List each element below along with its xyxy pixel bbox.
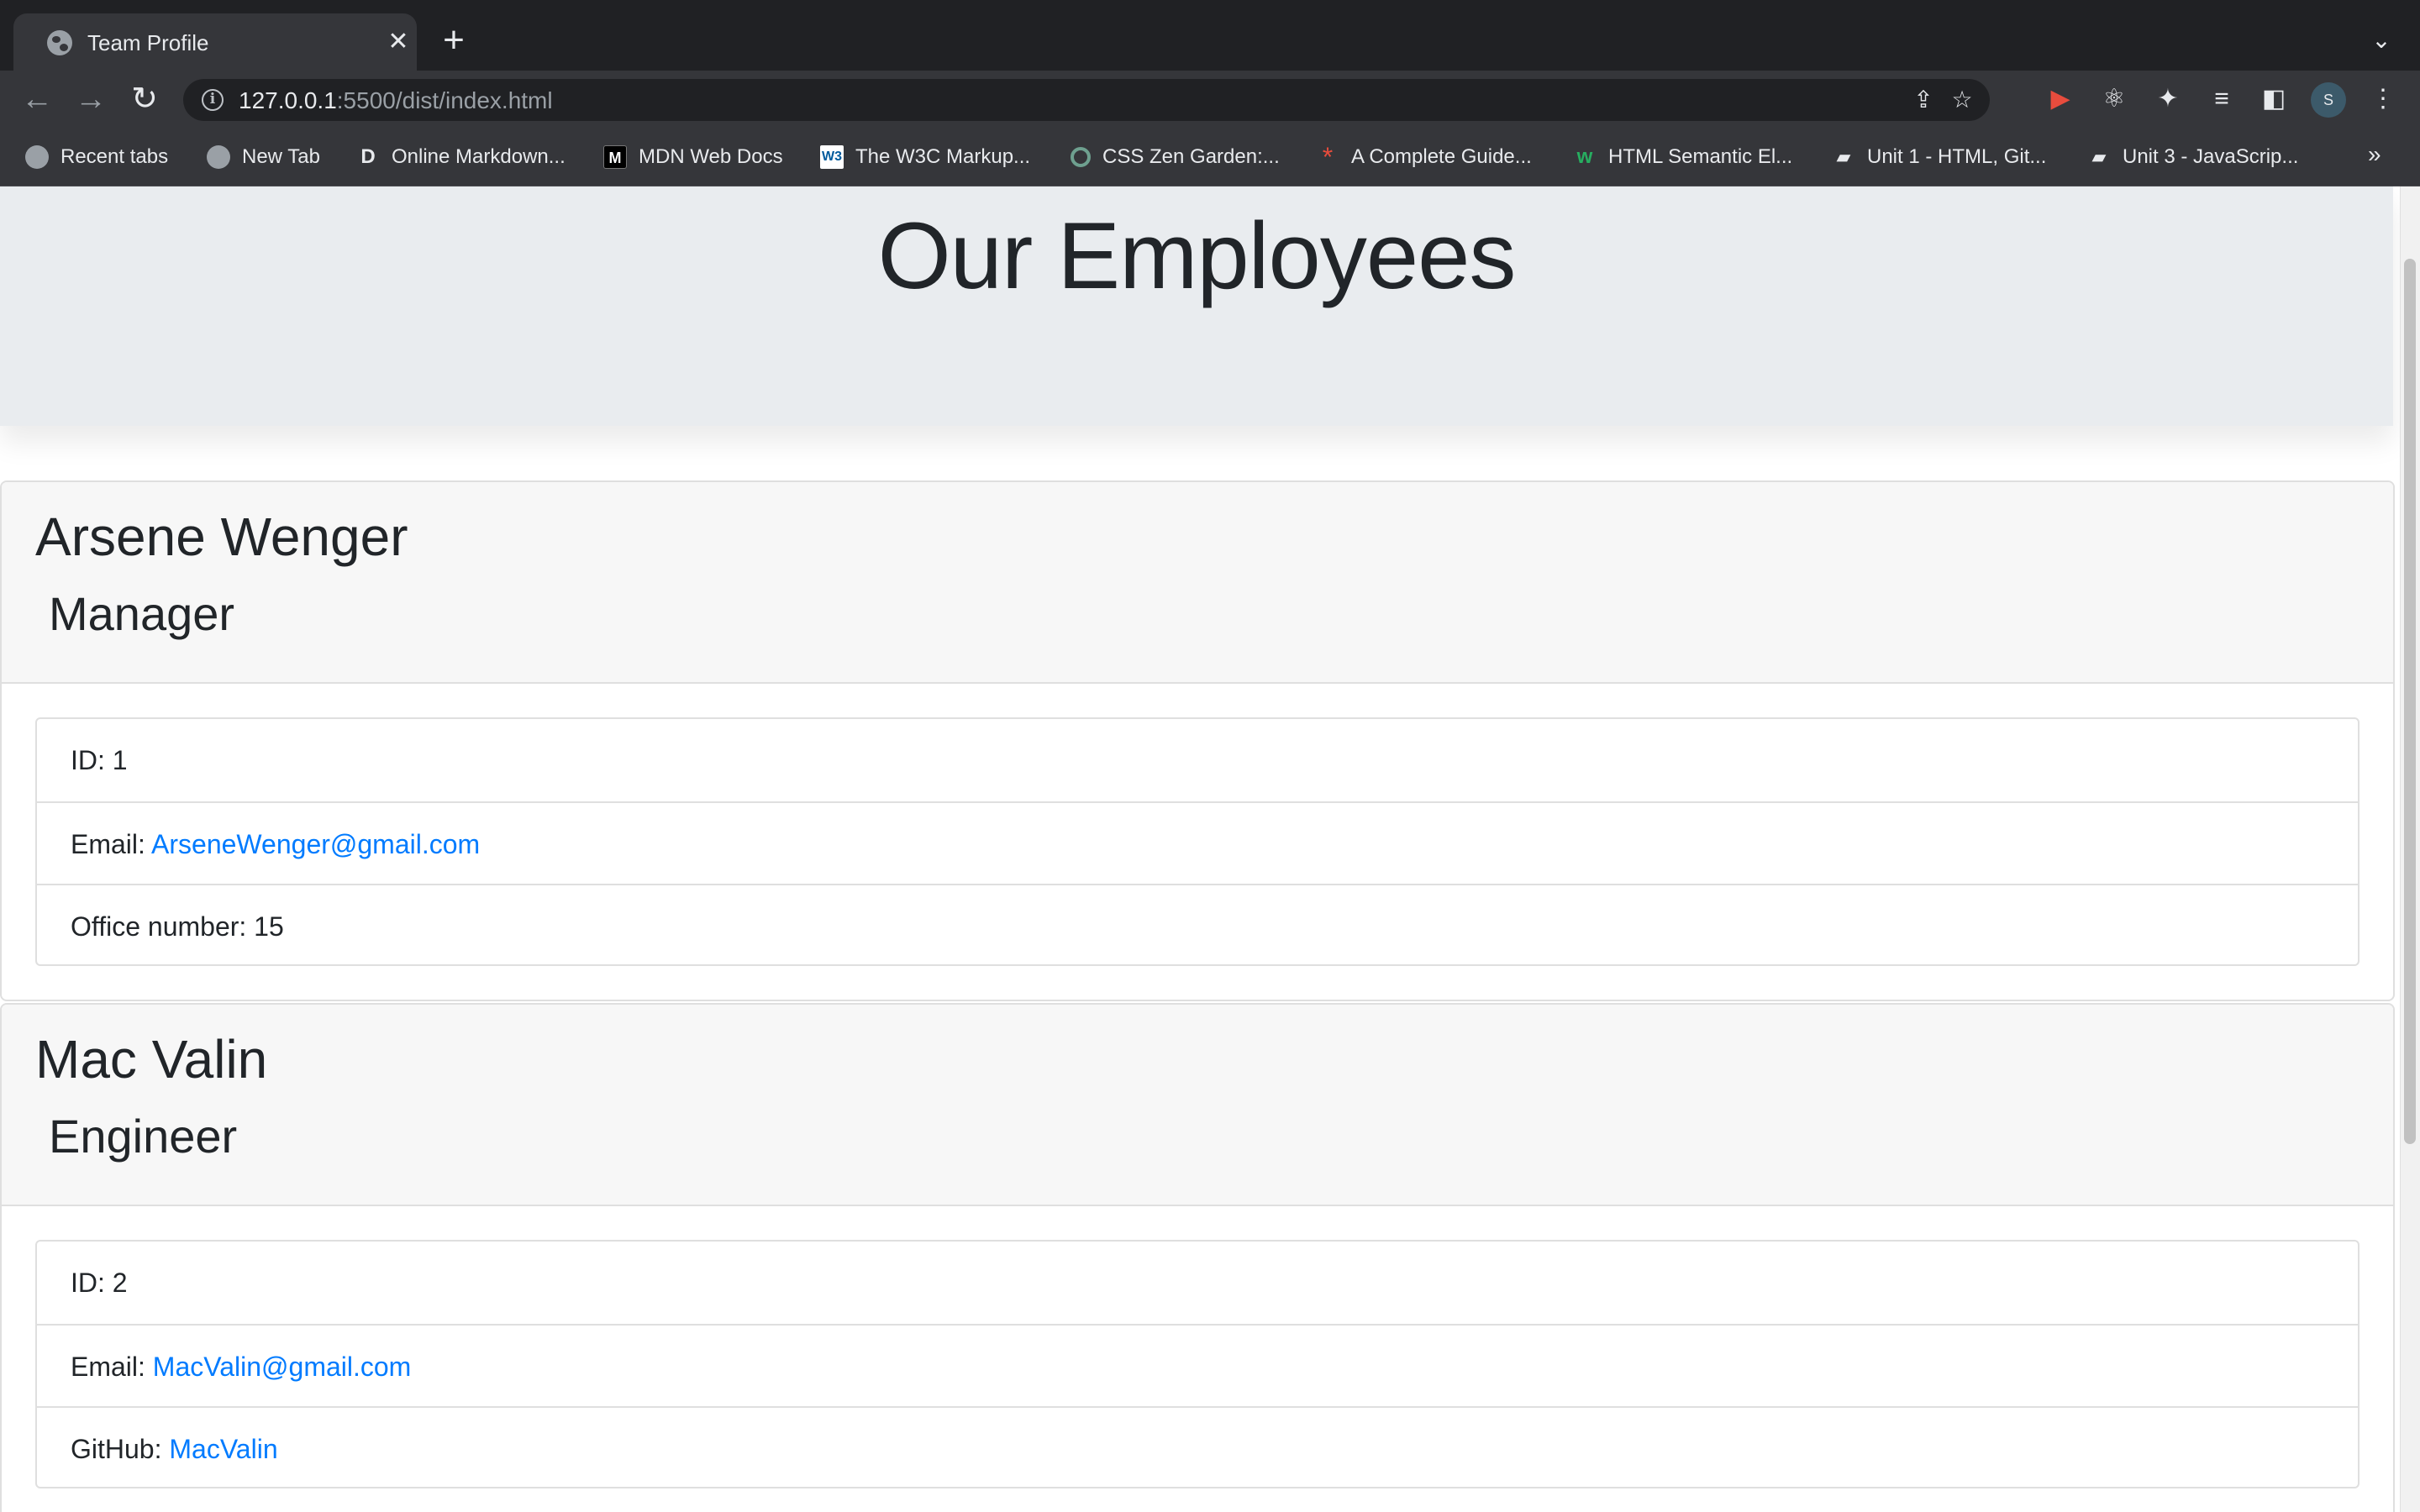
bookmark-label: Unit 3 - JavaScrip... bbox=[2123, 145, 2299, 168]
book-icon: ▰ bbox=[2091, 146, 2107, 167]
reading-list-icon[interactable]: ≡ bbox=[2205, 82, 2238, 116]
page-viewport: Our Employees Arsene Wenger Manager ID: … bbox=[0, 186, 2400, 1512]
bookmarks-bar: Recent tabs New Tab D Online Markdown...… bbox=[0, 128, 2420, 186]
bookmark-html-semantic[interactable]: w HTML Semantic El... bbox=[1573, 143, 1793, 171]
card-header: Arsene Wenger Manager bbox=[2, 482, 2393, 684]
reload-icon[interactable]: ↻ bbox=[126, 81, 163, 118]
employee-role: Manager bbox=[49, 587, 235, 640]
employee-github-row: GitHub: MacValin bbox=[37, 1406, 2358, 1488]
browser-toolbar: ← → ↻ i 127.0.0.1:5500/dist/index.html ⇪… bbox=[0, 71, 2420, 128]
kebab-menu-icon[interactable]: ⋮ bbox=[2366, 82, 2400, 116]
close-icon[interactable]: ✕ bbox=[385, 29, 412, 55]
globe-icon bbox=[47, 30, 72, 55]
side-panel-icon[interactable]: ◧ bbox=[2257, 82, 2291, 116]
employee-card-engineer: Mac Valin Engineer ID: 2 Email: MacValin… bbox=[0, 1003, 2395, 1512]
bookmark-unit-1[interactable]: ▰ Unit 1 - HTML, Git... bbox=[1832, 143, 2047, 171]
page-header: Our Employees bbox=[0, 186, 2393, 426]
employee-email-row: Email: ArseneWenger@gmail.com bbox=[37, 801, 2358, 884]
employee-office-number: Office number: 15 bbox=[37, 884, 2358, 966]
bookmark-recent-tabs[interactable]: Recent tabs bbox=[25, 143, 168, 171]
bookmark-label: Unit 1 - HTML, Git... bbox=[1867, 145, 2047, 168]
chevron-down-icon[interactable]: ⌄ bbox=[2365, 24, 2398, 57]
info-icon[interactable]: i bbox=[202, 89, 224, 111]
more-bookmarks-icon[interactable]: » bbox=[2368, 141, 2381, 168]
employee-details-list: ID: 1 Email: ArseneWenger@gmail.com Offi… bbox=[35, 717, 2360, 966]
new-tab-button[interactable]: + bbox=[437, 22, 471, 59]
address-bar[interactable]: i 127.0.0.1:5500/dist/index.html ⇪ ☆ bbox=[183, 79, 1990, 121]
recorder-extension-icon[interactable]: ▶ bbox=[2044, 82, 2077, 116]
back-arrow-icon[interactable]: ← bbox=[18, 81, 55, 118]
employee-email-row: Email: MacValin@gmail.com bbox=[37, 1324, 2358, 1406]
bookmark-label: Online Markdown... bbox=[392, 145, 566, 168]
globe-icon bbox=[207, 145, 230, 169]
bookmark-label: New Tab bbox=[242, 145, 320, 168]
avatar[interactable]: S bbox=[2311, 82, 2346, 118]
github-label: GitHub: bbox=[71, 1434, 170, 1464]
react-devtools-icon[interactable]: ⚛ bbox=[2097, 82, 2131, 116]
email-label: Email: bbox=[71, 1352, 153, 1382]
page-title: Our Employees bbox=[877, 203, 1517, 308]
star-icon[interactable]: ☆ bbox=[1948, 86, 1976, 114]
bookmark-label: A Complete Guide... bbox=[1351, 145, 1532, 168]
email-link[interactable]: MacValin@gmail.com bbox=[153, 1352, 412, 1382]
email-link[interactable]: ArseneWenger@gmail.com bbox=[151, 829, 480, 859]
employee-id: ID: 2 bbox=[71, 1268, 128, 1298]
employee-details-list: ID: 2 Email: MacValin@gmail.com GitHub: … bbox=[35, 1240, 2360, 1488]
bookmark-online-markdown[interactable]: D Online Markdown... bbox=[356, 143, 566, 171]
employee-id: ID: 1 bbox=[71, 745, 128, 775]
tab-title: Team Profile bbox=[87, 30, 209, 55]
employee-name: Arsene Wenger bbox=[35, 507, 408, 567]
browser-tab[interactable]: Team Profile ✕ bbox=[13, 13, 417, 71]
bookmark-label: HTML Semantic El... bbox=[1608, 145, 1793, 168]
bookmark-w3c[interactable]: W3 The W3C Markup... bbox=[820, 143, 1030, 171]
bookmark-label: The W3C Markup... bbox=[855, 145, 1031, 168]
book-icon: ▰ bbox=[1836, 146, 1851, 167]
puzzle-extensions-icon[interactable]: ✦ bbox=[2151, 82, 2185, 116]
letter-d-icon: D bbox=[360, 145, 376, 168]
globe-icon bbox=[25, 145, 49, 169]
bookmark-complete-guide[interactable]: * A Complete Guide... bbox=[1316, 143, 1532, 171]
bookmark-label: MDN Web Docs bbox=[639, 145, 783, 168]
scrollbar-thumb[interactable] bbox=[2404, 259, 2416, 1144]
bookmark-mdn[interactable]: M MDN Web Docs bbox=[603, 143, 783, 171]
bookmark-css-zen-garden[interactable]: CSS Zen Garden:... bbox=[1071, 143, 1280, 171]
zen-garden-icon bbox=[1071, 147, 1091, 167]
bookmark-new-tab[interactable]: New Tab bbox=[207, 143, 320, 171]
employee-name: Mac Valin bbox=[35, 1029, 268, 1089]
url-text[interactable]: 127.0.0.1:5500/dist/index.html bbox=[239, 87, 553, 114]
w-icon: w bbox=[1576, 145, 1593, 168]
mdn-icon: M bbox=[603, 145, 627, 169]
share-icon[interactable]: ⇪ bbox=[1909, 86, 1938, 114]
bookmark-label: Recent tabs bbox=[60, 145, 169, 168]
page-scrollbar[interactable] bbox=[2400, 186, 2420, 1512]
email-label: Email: bbox=[71, 829, 152, 859]
bookmark-unit-3[interactable]: ▰ Unit 3 - JavaScrip... bbox=[2087, 143, 2299, 171]
asterisk-icon: * bbox=[1322, 142, 1334, 172]
card-header: Mac Valin Engineer bbox=[2, 1005, 2393, 1206]
bookmark-label: CSS Zen Garden:... bbox=[1102, 145, 1280, 168]
github-link[interactable]: MacValin bbox=[169, 1434, 277, 1464]
forward-arrow-icon[interactable]: → bbox=[72, 81, 109, 118]
employee-role: Engineer bbox=[49, 1110, 238, 1163]
employee-card-manager: Arsene Wenger Manager ID: 1 Email: Arsen… bbox=[0, 480, 2395, 1001]
tab-strip: Team Profile ✕ + ⌄ bbox=[0, 0, 2420, 71]
w3c-icon: W3 bbox=[820, 145, 844, 169]
